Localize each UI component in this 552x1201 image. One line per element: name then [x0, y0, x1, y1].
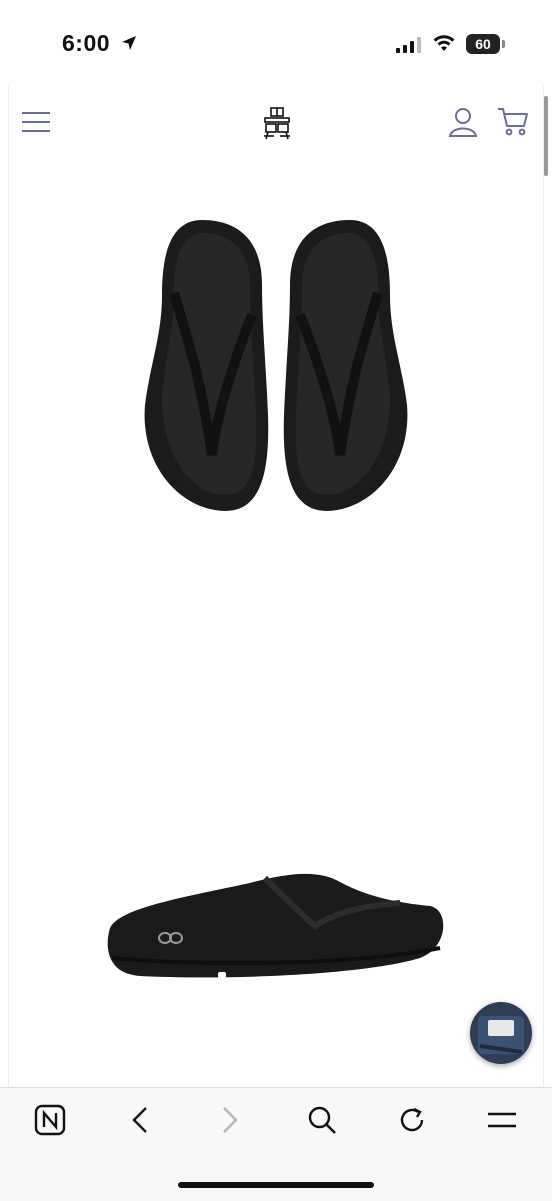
hamburger-menu-icon[interactable] [22, 112, 50, 134]
back-icon[interactable] [122, 1102, 158, 1138]
search-icon[interactable] [304, 1102, 340, 1138]
chat-widget-icon [478, 1016, 524, 1054]
black-flip-flop-side-view[interactable] [100, 858, 452, 988]
status-time: 6:00 [62, 30, 111, 56]
home-indicator [178, 1182, 374, 1188]
newsguard-icon[interactable] [32, 1102, 68, 1138]
store-logo[interactable] [262, 106, 292, 140]
battery-icon: 60 [466, 34, 500, 54]
cart-icon[interactable] [496, 106, 530, 138]
user-icon[interactable] [448, 106, 478, 138]
black-flip-flop-top-view[interactable] [140, 215, 412, 515]
menu-icon[interactable] [484, 1102, 520, 1138]
scrollbar[interactable] [544, 96, 548, 176]
cellular-signal-icon [396, 37, 421, 53]
location-arrow-icon [122, 36, 136, 50]
reload-icon[interactable] [394, 1102, 430, 1138]
status-bar: 6:00 60 [0, 0, 552, 86]
battery-tip [502, 40, 505, 48]
chat-widget-button[interactable] [470, 1002, 532, 1064]
wifi-icon [433, 35, 455, 51]
forward-icon[interactable] [212, 1102, 248, 1138]
